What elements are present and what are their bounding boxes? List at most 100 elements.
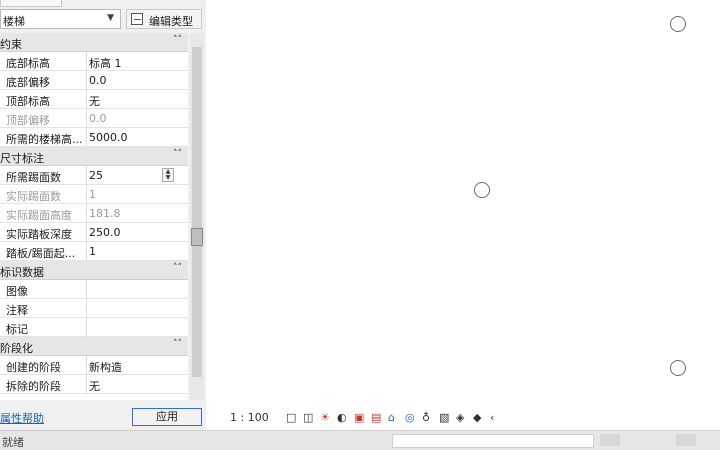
highlight-displacement-icon[interactable]: ◈ bbox=[456, 412, 468, 424]
property-name: 拆除的阶段 bbox=[6, 380, 61, 393]
property-value[interactable]: 250.0 bbox=[89, 226, 121, 239]
column-divider bbox=[86, 375, 87, 394]
property-row[interactable]: 所需的楼梯高... 5000.0 bbox=[0, 128, 188, 147]
scrollbar-thumb[interactable] bbox=[191, 228, 203, 246]
property-row[interactable]: 注释 bbox=[0, 299, 188, 318]
drawing-canvas[interactable] bbox=[206, 0, 720, 405]
shadows-icon[interactable]: ◐ bbox=[337, 412, 349, 424]
visual-style-icon[interactable]: ◫ bbox=[303, 412, 315, 424]
status-text: 就绪 bbox=[2, 436, 24, 449]
column-divider bbox=[86, 109, 87, 128]
property-row[interactable]: 底部标高 标高 1 bbox=[0, 52, 188, 71]
category-header[interactable]: 尺寸标注 ˄˄ bbox=[0, 147, 188, 166]
property-value[interactable]: 无 bbox=[89, 378, 100, 394]
collapse-icon[interactable]: ˄˄ bbox=[173, 35, 182, 45]
property-row[interactable]: 顶部标高 无 bbox=[0, 90, 188, 109]
column-divider bbox=[86, 242, 87, 261]
property-row[interactable]: 实际踢面数 1 bbox=[0, 185, 188, 204]
property-name: 底部偏移 bbox=[6, 76, 50, 89]
chevron-down-icon: ▼ bbox=[107, 13, 114, 23]
status-selection-icon[interactable] bbox=[600, 434, 620, 446]
category-header[interactable]: 标识数据 ˄˄ bbox=[0, 261, 188, 280]
type-selector-dropdown[interactable]: 楼梯 ▼ bbox=[0, 9, 121, 29]
detail-level-icon[interactable]: □ bbox=[286, 412, 298, 424]
grid-marker-circle[interactable] bbox=[474, 182, 490, 198]
analytical-model-icon[interactable]: ▧ bbox=[439, 412, 451, 424]
value-spinner[interactable]: ▲ ▼ bbox=[162, 168, 174, 182]
category-label: 标识数据 bbox=[0, 266, 44, 279]
collapse-arrow-icon[interactable]: ‹ bbox=[490, 412, 502, 424]
status-bar: 就绪 bbox=[0, 430, 720, 450]
crop-view-icon[interactable]: ▣ bbox=[354, 412, 366, 424]
property-name: 所需的楼梯高... bbox=[6, 133, 83, 146]
property-row[interactable]: 踏板/踢面起... 1 bbox=[0, 242, 188, 261]
edit-type-label: 编辑类型 bbox=[149, 15, 193, 28]
properties-grid: 约束 ˄˄ 底部标高 标高 1 底部偏移 0.0 顶部标高无顶部偏移 0.0 所需的楼梯高...… bbox=[0, 33, 188, 400]
property-name: 顶部偏移 bbox=[6, 114, 50, 127]
temporary-hide-icon[interactable]: ◎ bbox=[405, 412, 417, 424]
property-row[interactable]: 底部偏移 0.0 bbox=[0, 71, 188, 90]
reveal-hidden-icon[interactable]: ♁ bbox=[422, 412, 434, 424]
property-value[interactable]: 25 bbox=[89, 169, 103, 182]
constraints-icon[interactable]: ◆ bbox=[473, 412, 485, 424]
column-divider bbox=[86, 90, 87, 109]
property-name: 顶部标高 bbox=[6, 95, 50, 108]
property-row[interactable]: 所需踢面数 25 ▲ ▼ bbox=[0, 166, 188, 185]
property-value[interactable]: 无 bbox=[89, 93, 100, 109]
grid-marker-circle[interactable] bbox=[670, 360, 686, 376]
category-label: 阶段化 bbox=[0, 342, 33, 355]
property-value[interactable]: 1 bbox=[89, 245, 96, 258]
collapse-icon[interactable]: ˄˄ bbox=[173, 149, 182, 159]
view-scale[interactable]: 1 : 100 bbox=[230, 411, 269, 424]
sun-path-icon[interactable]: ☀ bbox=[320, 412, 332, 424]
grid-marker-circle[interactable] bbox=[670, 16, 686, 32]
category-header[interactable]: 阶段化 ˄˄ bbox=[0, 337, 188, 356]
property-value[interactable]: 新构造 bbox=[89, 359, 122, 375]
unlock-3d-icon[interactable]: ⌂ bbox=[388, 412, 400, 424]
column-divider bbox=[86, 166, 87, 185]
column-divider bbox=[86, 318, 87, 337]
property-name: 所需踢面数 bbox=[6, 171, 61, 184]
column-divider bbox=[86, 185, 87, 204]
category-header[interactable]: 约束 ˄˄ bbox=[0, 33, 188, 52]
show-crop-icon[interactable]: ▤ bbox=[371, 412, 383, 424]
column-divider bbox=[86, 223, 87, 242]
apply-button[interactable]: 应用 bbox=[132, 408, 202, 426]
property-name: 创建的阶段 bbox=[6, 361, 61, 374]
category-label: 约束 bbox=[0, 38, 22, 51]
property-name: 实际踢面数 bbox=[6, 190, 61, 203]
column-divider bbox=[86, 299, 87, 318]
properties-help-link[interactable]: 属性帮助 bbox=[0, 410, 44, 426]
property-row[interactable]: 创建的阶段 新构造 bbox=[0, 356, 188, 375]
column-divider bbox=[86, 204, 87, 223]
status-filter-icon[interactable] bbox=[676, 434, 696, 446]
property-row[interactable]: 顶部偏移 0.0 bbox=[0, 109, 188, 128]
type-selector-label: 楼梯 bbox=[3, 15, 25, 28]
edit-type-button[interactable]: 编辑类型 bbox=[126, 9, 202, 29]
status-field bbox=[392, 434, 594, 448]
column-divider bbox=[86, 128, 87, 147]
edit-type-icon bbox=[131, 13, 143, 25]
property-row[interactable]: 标记 bbox=[0, 318, 188, 337]
property-value: 1 bbox=[89, 188, 96, 201]
collapse-icon[interactable]: ˄˄ bbox=[173, 339, 182, 349]
property-name: 实际踏板深度 bbox=[6, 228, 72, 241]
property-row[interactable]: 实际踏板深度 250.0 bbox=[0, 223, 188, 242]
properties-scrollbar[interactable] bbox=[190, 33, 204, 400]
property-value[interactable]: 0.0 bbox=[89, 74, 107, 87]
property-row[interactable]: 图像 bbox=[0, 280, 188, 299]
column-divider bbox=[86, 356, 87, 375]
property-value[interactable]: 标高 1 bbox=[89, 55, 122, 71]
property-value[interactable]: 5000.0 bbox=[89, 131, 128, 144]
property-row[interactable]: 拆除的阶段 无 bbox=[0, 375, 188, 394]
property-value: 0.0 bbox=[89, 112, 107, 125]
properties-palette: 楼梯 ▼ 编辑类型 约束 ˄˄ 底部标高 标高 1 底部偏移 0.0 顶部标高无顶部偏移 0.… bbox=[0, 0, 206, 450]
property-row[interactable]: 实际踢面高度 181.8 bbox=[0, 204, 188, 223]
collapse-icon[interactable]: ˄˄ bbox=[173, 263, 182, 273]
property-name: 标记 bbox=[6, 323, 28, 336]
property-name: 底部标高 bbox=[6, 57, 50, 70]
property-name: 踏板/踢面起... bbox=[6, 247, 76, 260]
property-name: 图像 bbox=[6, 285, 28, 298]
property-value: 181.8 bbox=[89, 207, 121, 220]
palette-tab[interactable] bbox=[0, 0, 62, 7]
